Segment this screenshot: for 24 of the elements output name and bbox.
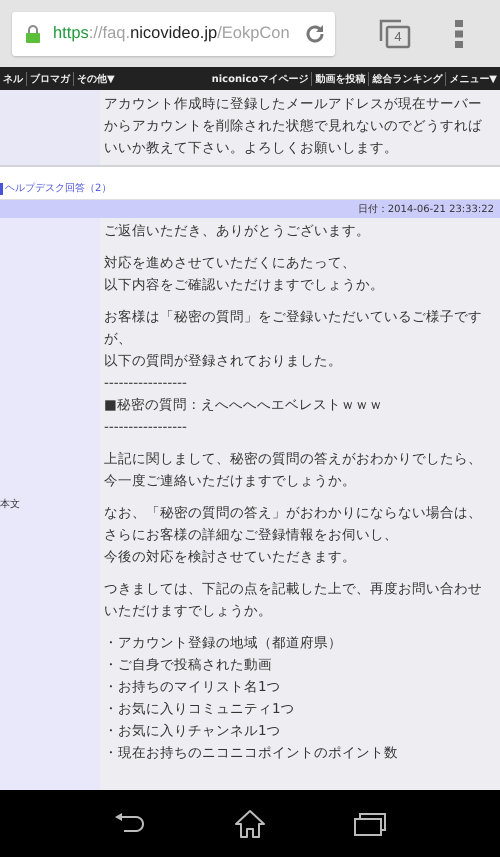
answer-paragraph: 対応を進めさせていただくにあたって、 以下内容をご確認いただけますでしょうか。 [104, 254, 385, 295]
answer-paragraph: つきましては、下記の点を記載した上で、再度お問い合わせ いただけますでしょうか。 [104, 580, 483, 621]
menu-icon[interactable] [455, 20, 463, 48]
section-heading: ヘルプデスク回答（2） [0, 183, 112, 195]
nav-link[interactable]: ブロマガ [26, 72, 73, 86]
answer-paragraph: ご返信いただき、ありがとうございます。 [104, 222, 371, 241]
answer-paragraph: ・アカウント登録の地域（都道府県） ・ご自身で投稿された動画 ・お持ちのマイリスト名1つ ・お気に入りコミュニティ1つ ・お気に入りチャンネル1つ ・現在お持ちのニコニコポイントのポイント数 [104, 634, 399, 763]
body-label: 本文 [0, 498, 20, 511]
lock-icon [25, 24, 41, 44]
recents-icon[interactable] [354, 812, 386, 836]
url-field[interactable]: https://faq.nicovideo.jp/EokpCon [12, 12, 335, 56]
nav-link[interactable]: niconicoマイページ [208, 72, 312, 86]
nav-link[interactable]: メニュー▼ [445, 72, 500, 86]
nav-link[interactable]: 動画を投稿 [311, 72, 368, 86]
nav-link[interactable]: ネル [0, 72, 26, 86]
question-text: アカウント作成時に登録したメールアドレスが現在サーバー からアカウントを削除された状態で見れないのでどうすれば いいか教えて下さい。よろしくお願いします。 [100, 90, 500, 165]
answer-paragraph: お客様は「秘密の質問」をご登録いただいているご様子です が、 以下の質問が登録されておりました。 ----------------- ■秘密の質問：えへへへへエベレストｗｗｗ ----------------- [104, 308, 483, 437]
answer-paragraph: なお、「秘密の質問の答え」がおわかりにならない場合は、 さらにお客様の詳細なご登録情報をお伺いし、 今後の対応を検討させていただきます。 [104, 504, 483, 567]
home-icon[interactable] [234, 808, 266, 838]
nav-link[interactable]: その他▼ [73, 72, 118, 86]
answer-paragraph: 上記に関しまして、秘密の質問の答えがおわかりでしたら、 今一度ご連絡いただけますでしょうか。 [104, 450, 483, 491]
nav-link[interactable]: 総合ランキング [368, 72, 446, 86]
date-text: 日付：2014-06-21 23:33:22 [358, 203, 494, 216]
url-text: https://faq.nicovideo.jp/EokpCon [53, 24, 291, 43]
